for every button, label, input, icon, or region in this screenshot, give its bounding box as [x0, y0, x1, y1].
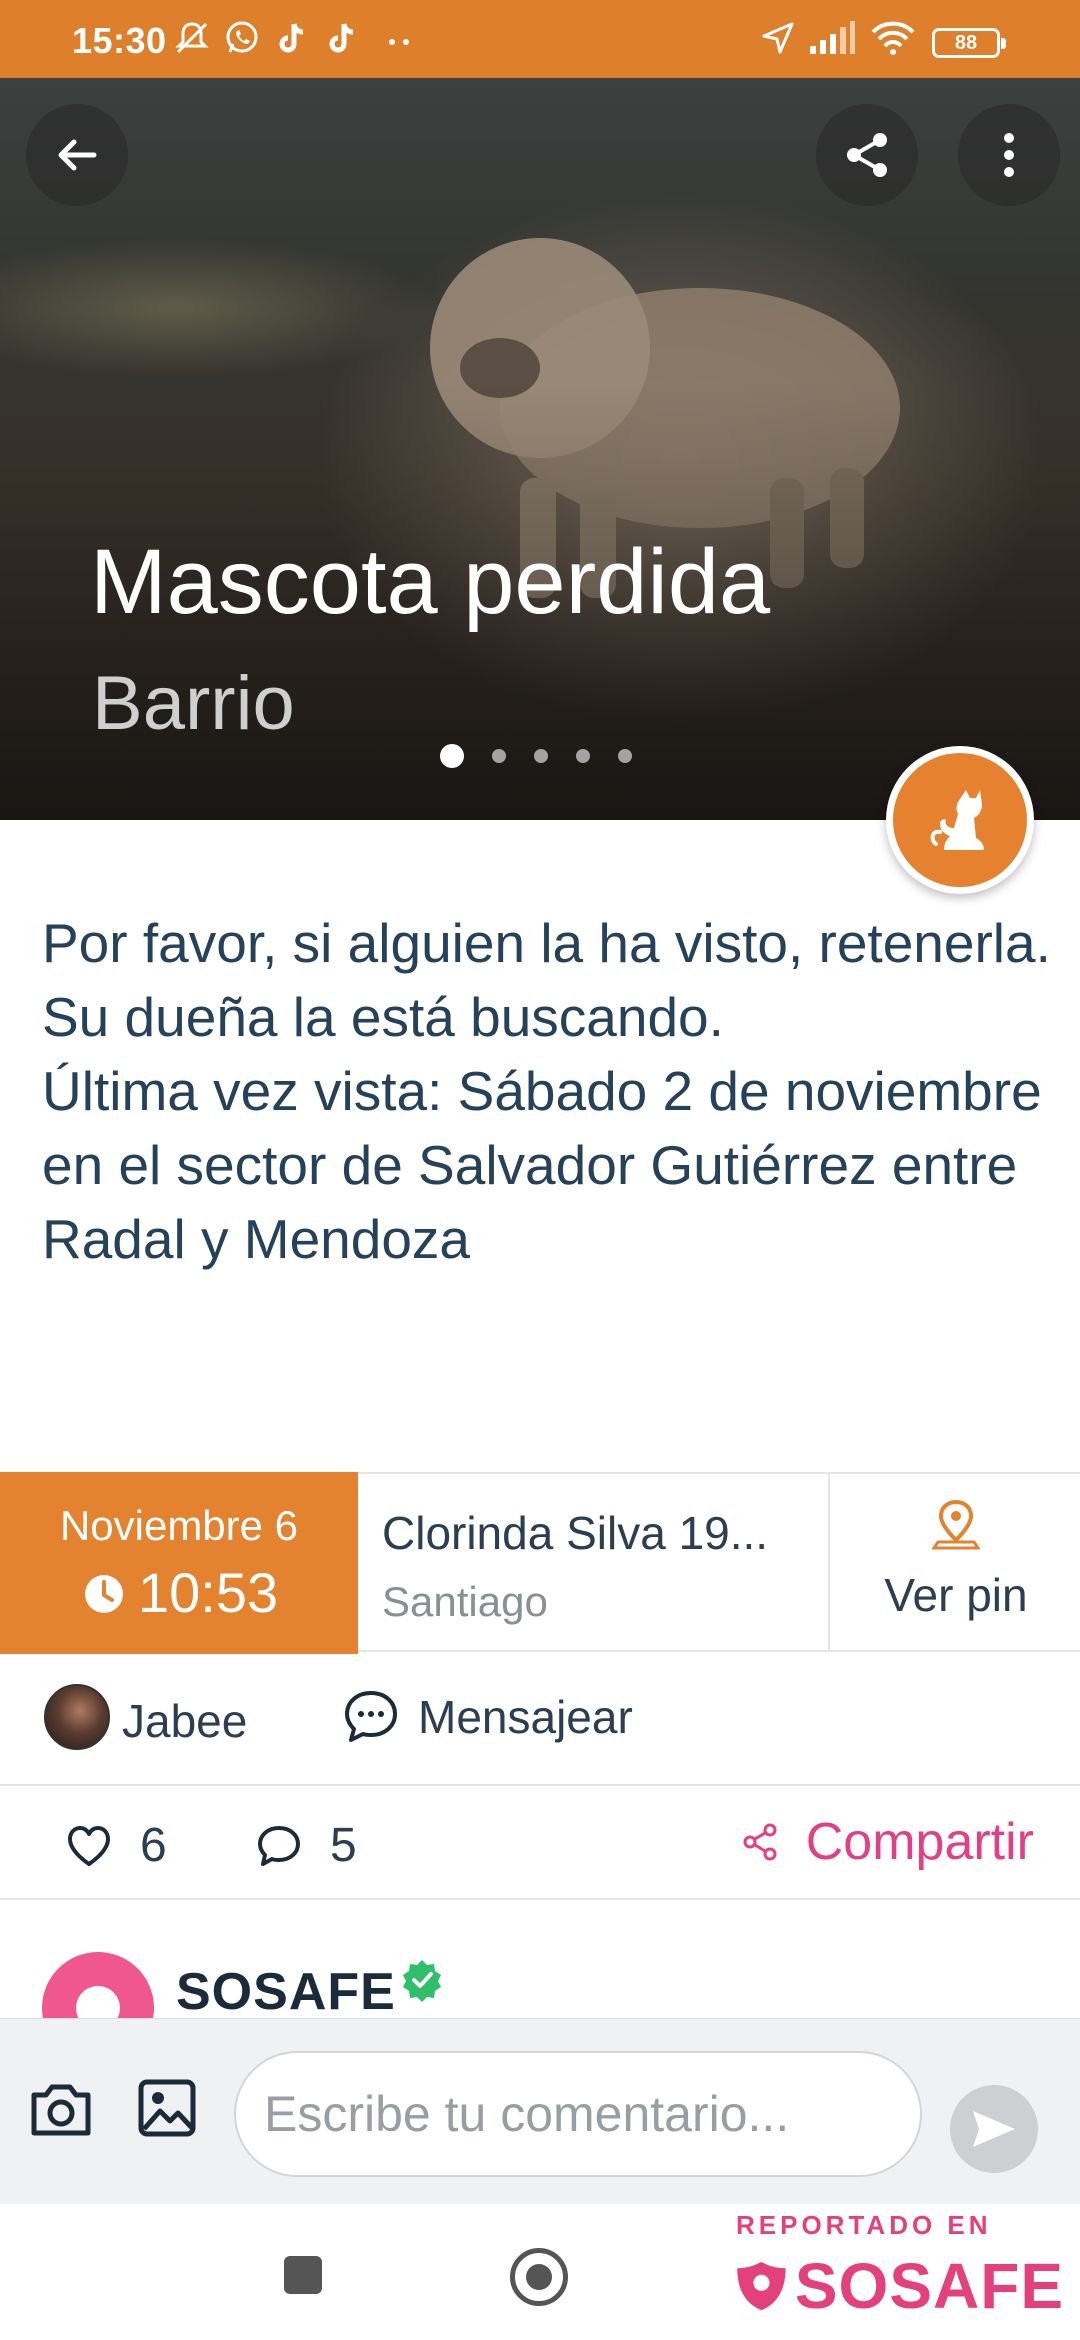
post-date: Noviembre 6 [59, 1502, 299, 1549]
clock-icon [85, 1575, 123, 1613]
back-button[interactable] [26, 104, 128, 206]
watermark-caption: REPORTADO EN [736, 2210, 992, 2240]
post-time: 10:53 [138, 1561, 279, 1624]
post-address[interactable]: Clorinda Silva 19... Santiago [360, 1474, 830, 1652]
carousel-indicator[interactable] [440, 742, 632, 770]
sosafe-logo [42, 1952, 154, 2018]
like-count: 6 [140, 1819, 167, 1872]
recents-button[interactable] [284, 2256, 322, 2294]
photo-background-grass [0, 238, 440, 378]
hero-photo[interactable]: Mascota perdida Barrio [0, 78, 1080, 820]
comment-composer [0, 2018, 1080, 2204]
send-button[interactable] [950, 2085, 1038, 2173]
user-name[interactable]: Jabee [122, 1694, 247, 1748]
tiktok-icon [329, 23, 354, 53]
whatsapp-icon [226, 21, 258, 53]
reactions-row: 6 5 Compartir [0, 1788, 1080, 1900]
wifi-icon [871, 21, 915, 55]
status-bar: 15:30 88 [0, 0, 1080, 78]
comment-author-name: SOSAFE [176, 1963, 396, 2018]
send-icon [973, 2111, 1015, 2147]
post-info-row: Noviembre 6 10:53 Clorinda Silva 19... S… [0, 1472, 1080, 1654]
message-label: Mensajear [418, 1691, 633, 1743]
camera-icon[interactable] [26, 2079, 96, 2141]
comment-icon [258, 1825, 300, 1866]
like-button[interactable]: 6 [66, 1818, 167, 1873]
view-pin-button[interactable]: Ver pin [832, 1474, 1080, 1652]
share-icon [743, 1823, 777, 1861]
more-vertical-icon [1004, 133, 1014, 177]
heart-icon [68, 1825, 110, 1866]
cat-icon [930, 790, 984, 850]
address-city: Santiago [382, 1578, 548, 1625]
chat-bubble-icon [345, 1691, 397, 1742]
post-category: Barrio [92, 661, 295, 746]
comment-input[interactable] [234, 2051, 922, 2177]
share-icon [847, 133, 887, 177]
share-top-button[interactable] [816, 104, 918, 206]
sosafe-watermark: REPORTADO EN SOSAFE [734, 2210, 1064, 2323]
system-nav-bar: REPORTADO EN SOSAFE [0, 2204, 1080, 2340]
tiktok-icon [279, 23, 304, 53]
home-button[interactable] [510, 2248, 568, 2306]
carousel-dot[interactable] [576, 749, 590, 763]
watermark-brand: SOSAFE [794, 2250, 1064, 2322]
share-button[interactable]: Compartir [740, 1812, 1034, 1872]
author-row: Jabee Mensajear [0, 1654, 1080, 1786]
user-avatar[interactable] [44, 1684, 110, 1750]
message-button[interactable]: Mensajear [342, 1682, 633, 1752]
sosafe-shield-icon [737, 2261, 786, 2311]
carousel-dot[interactable] [534, 749, 548, 763]
carousel-dot[interactable] [440, 744, 464, 768]
mute-icon [175, 22, 209, 54]
map-pin-icon [932, 1499, 980, 1550]
arrow-left-icon [58, 139, 97, 171]
pet-category-badge [886, 746, 1034, 894]
comment-author: SOSAFE [0, 1902, 1080, 2018]
view-pin-label: Ver pin [884, 1569, 1028, 1621]
carousel-dot[interactable] [492, 749, 506, 763]
post-description: Por favor, si alguien la ha visto, reten… [42, 912, 1051, 1270]
location-arrow-icon [762, 22, 794, 54]
more-options-button[interactable] [958, 104, 1060, 206]
post-datetime: Noviembre 6 10:53 [0, 1472, 358, 1654]
gallery-icon[interactable] [136, 2077, 198, 2139]
comment-count: 5 [330, 1819, 357, 1872]
battery-indicator: 88 [932, 28, 1006, 58]
signal-icon [810, 21, 855, 54]
status-time: 15:30 [72, 20, 167, 61]
address-street: Clorinda Silva 19... [382, 1507, 769, 1559]
post-title: Mascota perdida [90, 531, 771, 633]
comment-count-button[interactable]: 5 [256, 1818, 357, 1873]
verified-badge-icon [403, 1960, 441, 2002]
share-label: Compartir [805, 1813, 1034, 1871]
more-dots-icon [389, 39, 409, 45]
carousel-dot[interactable] [618, 749, 632, 763]
